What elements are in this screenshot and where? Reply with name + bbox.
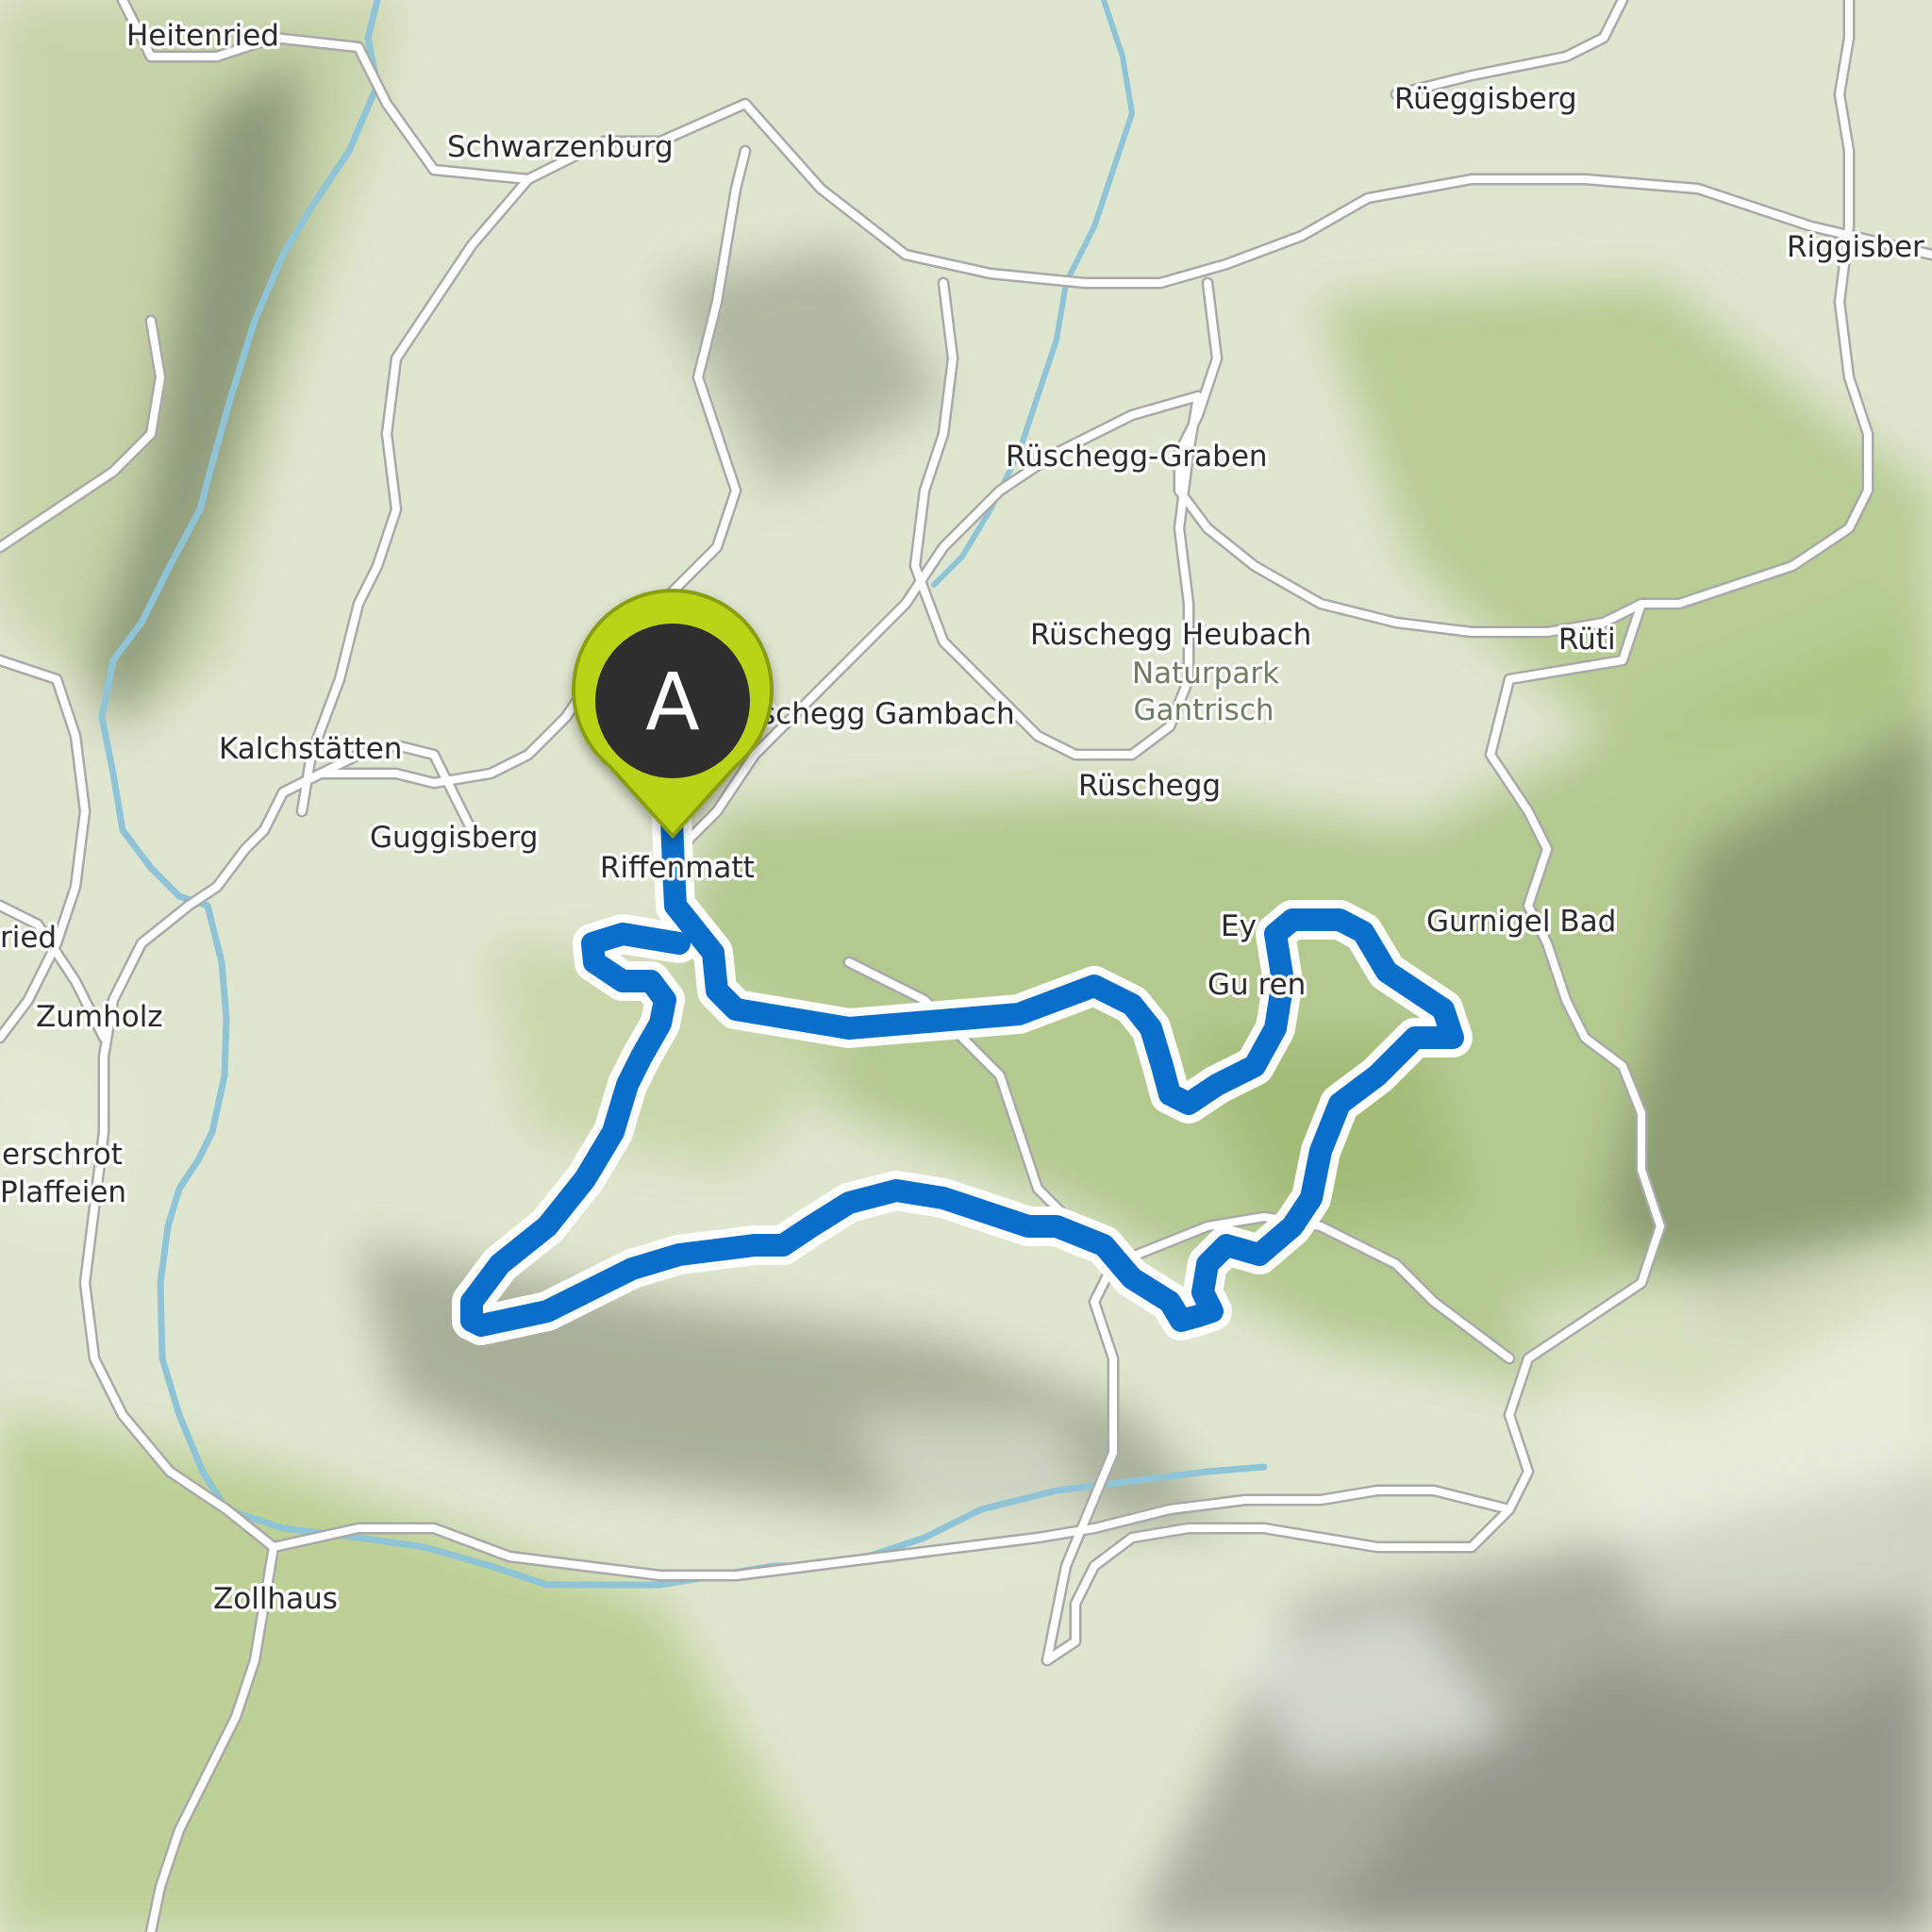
map-svg: Heitenried Schwarzenburg Rüeggisberg Rig… bbox=[0, 0, 1932, 1932]
label-rueschegg[interactable]: Rüschegg bbox=[1075, 766, 1224, 807]
label-guggisberg[interactable]: Guggisberg bbox=[367, 818, 541, 858]
label-rueti[interactable]: Rüti bbox=[1556, 620, 1620, 660]
label-heitenried[interactable]: Heitenried bbox=[124, 16, 283, 57]
label-ried[interactable]: ried bbox=[0, 918, 60, 958]
label-riffenmatt[interactable]: Riffenmatt bbox=[597, 848, 758, 889]
label-zumholz[interactable]: Zumholz bbox=[33, 997, 167, 1038]
map-canvas[interactable]: Heitenried Schwarzenburg Rüeggisberg Rig… bbox=[0, 0, 1932, 1932]
label-zollhaus[interactable]: Zollhaus bbox=[210, 1579, 341, 1620]
label-rueschegg-graben[interactable]: Rüschegg-Graben bbox=[1003, 437, 1272, 477]
label-plaffeien[interactable]: Plaffeien bbox=[0, 1173, 130, 1213]
label-gurnigel-bad[interactable]: Gurnigel Bad bbox=[1424, 902, 1620, 942]
terrain-layer bbox=[0, 0, 1932, 1932]
label-riggisberg[interactable]: Riggisber bbox=[1784, 227, 1928, 268]
park-label-line2: Gantrisch bbox=[1133, 693, 1274, 727]
label-rueeggisberg[interactable]: Rüeggisberg bbox=[1391, 79, 1581, 120]
label-eywald[interactable]: Ey bbox=[1218, 907, 1260, 947]
label-rueschegg-heubach[interactable]: Rüschegg Heubach bbox=[1027, 615, 1315, 656]
marker-letter: A bbox=[645, 656, 699, 748]
label-gurnigel-fragment[interactable]: Gu ren bbox=[1205, 965, 1309, 1006]
label-oberschrot[interactable]: erschrot bbox=[0, 1135, 125, 1175]
label-kalchstaetten[interactable]: Kalchstätten bbox=[216, 729, 406, 770]
park-label-line1: Naturpark bbox=[1132, 657, 1279, 691]
label-rueschegg-gambach[interactable]: schegg Gambach bbox=[758, 694, 1019, 735]
label-schwarzenburg[interactable]: Schwarzenburg bbox=[444, 127, 677, 168]
